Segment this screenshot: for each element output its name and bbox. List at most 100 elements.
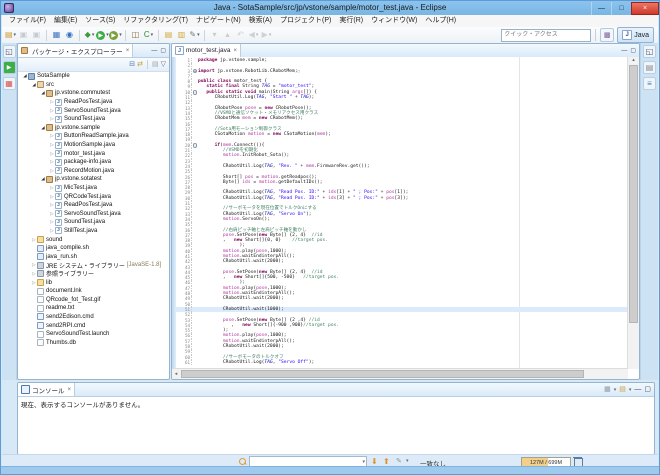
fold-collapse-icon[interactable]: -: [193, 90, 197, 94]
tree-item[interactable]: ◢SotaSample: [18, 72, 169, 81]
menu-item[interactable]: ナビゲート(N): [192, 15, 245, 27]
close-button[interactable]: ×: [631, 2, 659, 15]
terminal-icon[interactable]: ▦: [50, 29, 63, 42]
tree-item[interactable]: readme.txt: [18, 304, 169, 313]
horizontal-scrollbar[interactable]: ◂: [172, 368, 628, 379]
minimize-icon[interactable]: —: [634, 385, 641, 394]
restore-view-icon[interactable]: ◱: [3, 45, 16, 58]
restore-view-icon[interactable]: ◱: [643, 45, 656, 58]
menu-item[interactable]: 検索(A): [245, 15, 276, 27]
update-icon[interactable]: ◉: [63, 29, 76, 42]
menu-item[interactable]: ソース(S): [81, 15, 119, 27]
tree-item[interactable]: java_compile.sh: [18, 244, 169, 253]
fold-collapse-icon[interactable]: -: [193, 143, 197, 147]
open-console-icon[interactable]: ▤: [619, 385, 626, 394]
tree-item[interactable]: ▷Jmotor_test.java: [18, 149, 169, 158]
open-task-icon[interactable]: ▤: [162, 29, 175, 42]
forward-icon[interactable]: ▶▾: [260, 29, 273, 42]
next-annotation-icon[interactable]: ▾: [208, 29, 221, 42]
tree-item[interactable]: java_run.sh: [18, 252, 169, 261]
java-perspective-button[interactable]: J Java: [617, 27, 654, 43]
tree-item[interactable]: ▷JServoSoundTest.java: [18, 106, 169, 115]
tree-item[interactable]: ▷Jpackage-info.java: [18, 158, 169, 167]
tree-item[interactable]: ▷JRecordMotion.java: [18, 167, 169, 176]
save-all-icon[interactable]: ▣: [30, 29, 43, 42]
open-perspective-icon[interactable]: ▩: [600, 28, 614, 42]
view-menu-icon[interactable]: ▽: [161, 60, 166, 69]
menu-item[interactable]: プロジェクト(P): [276, 15, 335, 27]
close-icon[interactable]: ×: [233, 48, 237, 54]
find-input[interactable]: [250, 458, 362, 466]
tree-item[interactable]: Thumbs.db: [18, 338, 169, 347]
menu-item[interactable]: 編集(E): [50, 15, 81, 27]
tab-console[interactable]: コンソール ×: [18, 383, 75, 396]
chevron-down-icon[interactable]: ▾: [362, 459, 366, 465]
minimize-button[interactable]: —: [591, 2, 611, 15]
last-edit-location-icon[interactable]: ↶: [234, 29, 247, 42]
tree-item[interactable]: ▷JButtonReadSample.java: [18, 132, 169, 141]
tree-item[interactable]: ◢jp.vstone.sample: [18, 124, 169, 133]
colored-grid-icon[interactable]: ▦: [3, 77, 16, 90]
focus-icon[interactable]: ▤: [152, 60, 159, 69]
code-editor[interactable]: 1package jp.vstone.sample;23+import jp.v…: [172, 57, 628, 369]
save-icon[interactable]: ▣: [17, 29, 30, 42]
quick-access-input[interactable]: [501, 29, 591, 42]
tab-package-explorer[interactable]: パッケージ・エクスプローラー ×: [18, 44, 133, 57]
tab-motor-test-java[interactable]: J motor_test.java ×: [172, 44, 241, 57]
new-wizard-icon[interactable]: ▤▾: [4, 29, 17, 42]
menu-item[interactable]: リファクタリング(T): [119, 15, 192, 27]
tree-item[interactable]: document.lnk: [18, 287, 169, 296]
fold-expand-icon[interactable]: +: [193, 69, 197, 73]
tree-item[interactable]: ▷JMicTest.java: [18, 184, 169, 193]
tree-item[interactable]: ServoSoundTest.launch: [18, 330, 169, 339]
play-circle-icon[interactable]: ▶: [3, 61, 16, 74]
run-icon[interactable]: ▶▾: [96, 29, 109, 42]
tree-item[interactable]: ▷JStillTest.java: [18, 227, 169, 236]
collapse-all-icon[interactable]: ⊟: [129, 60, 135, 69]
outline-icon[interactable]: ≡: [643, 77, 656, 90]
scroll-up-icon[interactable]: ▴: [628, 57, 639, 64]
tree-item[interactable]: ▷JReadPosTest.java: [18, 201, 169, 210]
tree-item[interactable]: ▷JRE システム・ライブラリー[JavaSE-1.8]: [18, 261, 169, 270]
search-icon[interactable]: ▥: [175, 29, 188, 42]
maximize-icon[interactable]: ▢: [644, 385, 651, 394]
tree-item[interactable]: ▷参照ライブラリー: [18, 270, 169, 279]
maximize-view-button[interactable]: ▢: [160, 47, 166, 55]
tree-item[interactable]: ◢jp.vstone.commutest: [18, 89, 169, 98]
tree-item[interactable]: ▷JServoSoundTest.java: [18, 210, 169, 219]
tree-item[interactable]: send2Edison.cmd: [18, 313, 169, 322]
minimize-view-button[interactable]: —: [151, 47, 157, 55]
tree-item[interactable]: ◢jp.vstone.sotatest: [18, 175, 169, 184]
display-console-icon[interactable]: ▦: [604, 385, 611, 394]
tree-item[interactable]: QRcode_fot_Test.gif: [18, 295, 169, 304]
close-icon[interactable]: ×: [68, 387, 72, 393]
new-java-project-icon[interactable]: ◫: [129, 29, 142, 42]
vertical-scrollbar[interactable]: ▴: [627, 57, 639, 369]
maximize-editor-button[interactable]: ▢: [630, 47, 636, 55]
maximize-button[interactable]: □: [611, 2, 631, 15]
tree-item[interactable]: ▷sound: [18, 235, 169, 244]
minimize-editor-button[interactable]: —: [621, 47, 627, 55]
tree-item[interactable]: ▷JReadPosTest.java: [18, 98, 169, 107]
menu-item[interactable]: ヘルプ(H): [421, 15, 460, 27]
tree-item[interactable]: ▷lib: [18, 278, 169, 287]
previous-annotation-icon[interactable]: ▴: [221, 29, 234, 42]
debug-icon[interactable]: ◆▾: [83, 29, 96, 42]
tree-item[interactable]: ▷JMotionSample.java: [18, 141, 169, 150]
task-list-icon[interactable]: ▤: [643, 61, 656, 74]
menu-item[interactable]: ウィンドウ(W): [367, 15, 421, 27]
scrollbar-thumb[interactable]: [181, 370, 584, 378]
external-tools-icon[interactable]: ✎▾: [188, 29, 201, 42]
link-with-editor-icon[interactable]: ⇄: [137, 60, 143, 69]
back-icon[interactable]: ◀▾: [247, 29, 260, 42]
tree-item[interactable]: ▷JSoundTest.java: [18, 115, 169, 124]
tree-item[interactable]: ▷JQRCodeTest.java: [18, 192, 169, 201]
menu-item[interactable]: ファイル(F): [5, 15, 50, 27]
close-icon[interactable]: ×: [126, 48, 130, 54]
profile-icon[interactable]: ▶▾: [109, 29, 122, 42]
scroll-left-icon[interactable]: ◂: [172, 369, 180, 379]
new-java-class-icon[interactable]: C▾: [142, 29, 155, 42]
scrollbar-thumb[interactable]: [629, 65, 638, 323]
menu-item[interactable]: 実行(R): [335, 15, 367, 27]
tree-item[interactable]: send2RPI.cmd: [18, 321, 169, 330]
